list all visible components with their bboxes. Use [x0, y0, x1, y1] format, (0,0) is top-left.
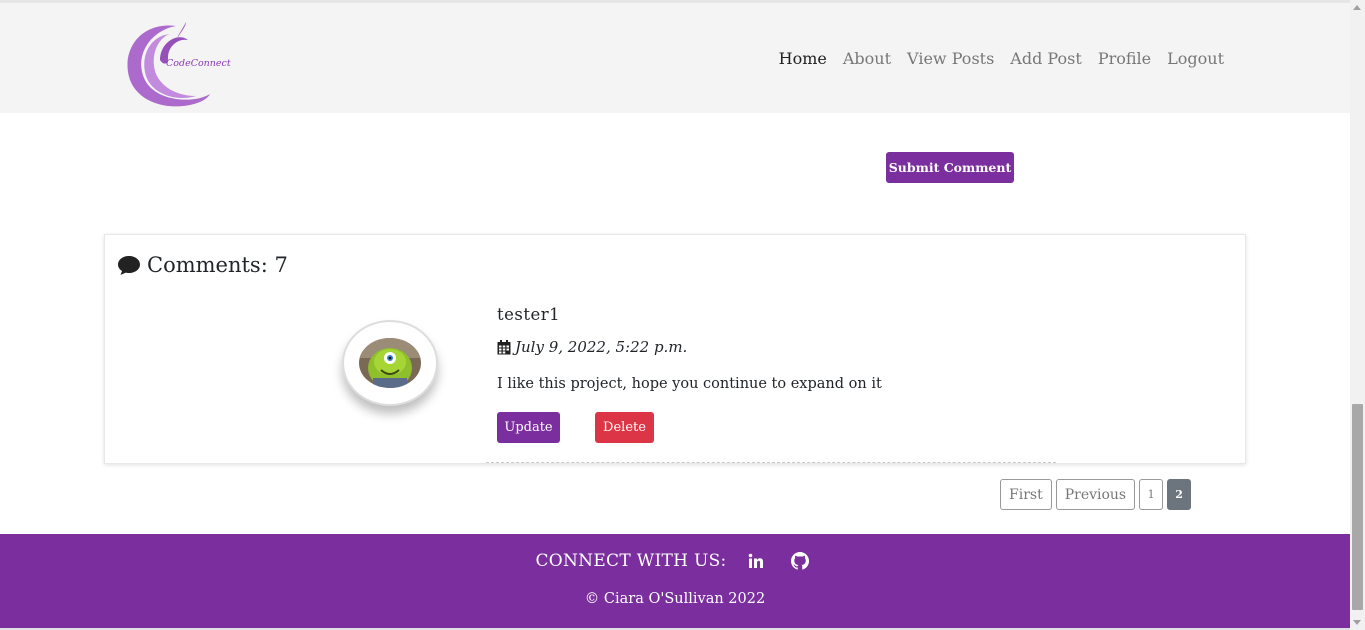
github-glyph [790, 552, 809, 570]
update-button[interactable]: Update [497, 412, 560, 443]
comments-card: Comments: 7 tester1 July 9, 2022, 5:22 p… [104, 234, 1246, 464]
pagination-page-1[interactable]: 1 [1139, 479, 1164, 510]
scroll-up-icon[interactable] [1353, 5, 1361, 10]
linkedin-glyph [748, 553, 763, 568]
nav-view-posts[interactable]: View Posts [907, 49, 994, 68]
github-icon[interactable] [785, 550, 815, 572]
nav-home[interactable]: Home [779, 49, 827, 68]
comment-date-text: July 9, 2022, 5:22 p.m. [515, 338, 688, 356]
comment-icon [118, 256, 140, 275]
comment-actions: Update Delete [497, 412, 1057, 443]
navbar: CodeConnect Home About View Posts Add Po… [0, 3, 1350, 113]
submit-comment-button[interactable]: Submit Comment [886, 152, 1014, 183]
scroll-down-icon[interactable] [1353, 620, 1361, 625]
comment-text: I like this project, hope you continue t… [497, 376, 882, 392]
footer: CONNECT WITH US: © Ciara O'Sullivan 2022 [0, 534, 1350, 628]
pagination: First Previous 1 2 [1000, 479, 1192, 510]
scroll-thumb[interactable] [1352, 404, 1363, 610]
page-scrollbar[interactable] [1350, 0, 1365, 630]
nav-profile[interactable]: Profile [1098, 49, 1151, 68]
avatar-image [359, 338, 421, 388]
pagination-page-2[interactable]: 2 [1167, 479, 1192, 510]
comment-author: tester1 [497, 305, 561, 324]
connect-row: CONNECT WITH US: [0, 550, 1350, 572]
comment-divider [486, 462, 1056, 463]
delete-button[interactable]: Delete [595, 412, 654, 443]
comment-date: July 9, 2022, 5:22 p.m. [497, 338, 1057, 356]
linkedin-icon[interactable] [741, 550, 771, 572]
monster-avatar-icon [359, 338, 421, 388]
brand-logo[interactable]: CodeConnect [124, 20, 234, 112]
logo-text: CodeConnect [166, 58, 231, 69]
avatar [342, 320, 438, 406]
comments-count: Comments: 7 [147, 253, 288, 277]
comments-heading: Comments: 7 [117, 253, 288, 277]
copyright: © Ciara O'Sullivan 2022 [584, 591, 766, 607]
main-nav: Home About View Posts Add Post Profile L… [779, 49, 1224, 68]
calendar-icon [497, 339, 511, 354]
nav-logout[interactable]: Logout [1167, 49, 1224, 68]
pagination-previous[interactable]: Previous [1055, 479, 1136, 510]
nav-about[interactable]: About [843, 49, 891, 68]
nav-add-post[interactable]: Add Post [1010, 49, 1082, 68]
connect-label: CONNECT WITH US: [535, 551, 727, 571]
comment-item: tester1 July 9, 2022, 5:22 p.m. I like t… [497, 305, 1057, 443]
pagination-first[interactable]: First [1000, 479, 1052, 510]
page: CodeConnect Home About View Posts Add Po… [0, 0, 1365, 630]
